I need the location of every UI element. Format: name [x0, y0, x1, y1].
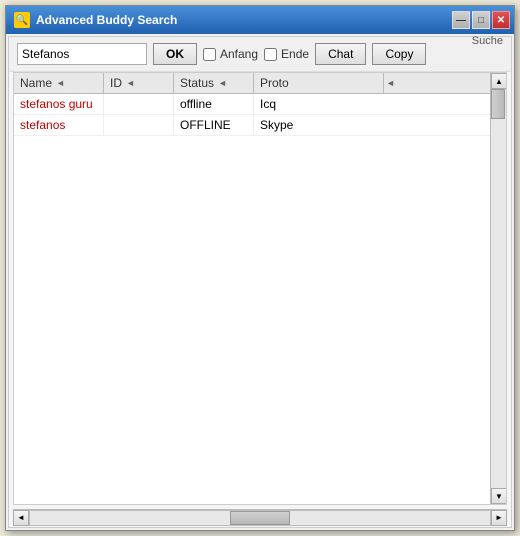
id-sort-icon: ◄: [126, 78, 135, 88]
cell-id-2: [104, 115, 174, 135]
column-proto-label: Proto: [260, 76, 289, 90]
window-title: Advanced Buddy Search: [36, 13, 177, 27]
scroll-up-button[interactable]: ▲: [491, 73, 507, 89]
cell-proto-2: Skype: [254, 115, 506, 135]
cell-id-1: [104, 94, 174, 114]
name-sort-icon: ◄: [56, 78, 65, 88]
table-row[interactable]: stefanos guru offline Icq: [14, 94, 506, 115]
results-table: Name ◄ ID ◄ Status ◄ Proto ◄: [13, 72, 507, 505]
anfang-checkbox-group: Anfang: [203, 47, 258, 61]
column-name-label: Name: [20, 76, 52, 90]
title-bar-buttons: — □ ✕: [452, 11, 510, 29]
main-window: 🔍 Advanced Buddy Search — □ ✕ Suche OK A…: [5, 5, 515, 531]
column-header-id[interactable]: ID ◄: [104, 73, 174, 93]
column-id-label: ID: [110, 76, 122, 90]
h-scroll-track[interactable]: [29, 510, 491, 526]
cell-status-1: offline: [174, 94, 254, 114]
cell-name-2: stefanos: [14, 115, 104, 135]
table-row[interactable]: stefanos OFFLINE Skype: [14, 115, 506, 136]
h-scroll-left-button[interactable]: ◄: [13, 510, 29, 526]
copy-button[interactable]: Copy: [372, 43, 426, 65]
column-header-status[interactable]: Status ◄: [174, 73, 254, 93]
toolbar: Suche OK Anfang Ende Chat Copy: [9, 37, 511, 72]
h-scroll-thumb[interactable]: [230, 511, 290, 525]
title-bar: 🔍 Advanced Buddy Search — □ ✕: [6, 6, 514, 34]
maximize-button[interactable]: □: [472, 11, 490, 29]
search-input[interactable]: [17, 43, 147, 65]
ende-checkbox[interactable]: [264, 48, 277, 61]
ok-button[interactable]: OK: [153, 43, 197, 65]
column-status-label: Status: [180, 76, 214, 90]
cell-name-1: stefanos guru: [14, 94, 104, 114]
column-header-proto[interactable]: Proto: [254, 73, 384, 93]
column-header-name[interactable]: Name ◄: [14, 73, 104, 93]
ende-checkbox-group: Ende: [264, 47, 309, 61]
chat-button[interactable]: Chat: [315, 43, 366, 65]
horizontal-scrollbar: ◄ ►: [13, 509, 507, 525]
scroll-down-button[interactable]: ▼: [491, 488, 507, 504]
vertical-scrollbar: ▲ ▼: [490, 73, 506, 504]
ende-label: Ende: [281, 47, 309, 61]
anfang-checkbox[interactable]: [203, 48, 216, 61]
h-scroll-right-button[interactable]: ►: [491, 510, 507, 526]
scroll-track[interactable]: [491, 89, 506, 488]
table-header: Name ◄ ID ◄ Status ◄ Proto ◄: [14, 73, 506, 94]
minimize-button[interactable]: —: [452, 11, 470, 29]
close-button[interactable]: ✕: [492, 11, 510, 29]
status-sort-icon: ◄: [218, 78, 227, 88]
scroll-thumb[interactable]: [491, 89, 505, 119]
extra-sort-icon: ◄: [386, 78, 395, 88]
table-body: stefanos guru offline Icq stefanos OFFLI…: [14, 94, 506, 504]
cell-status-2: OFFLINE: [174, 115, 254, 135]
title-bar-left: 🔍 Advanced Buddy Search: [14, 12, 177, 28]
content-area: Suche OK Anfang Ende Chat Copy Name ◄: [8, 36, 512, 528]
suche-label: Suche: [472, 35, 503, 47]
column-extra-sort[interactable]: ◄: [384, 73, 506, 93]
anfang-label: Anfang: [220, 47, 258, 61]
window-icon: 🔍: [14, 12, 30, 28]
cell-proto-1: Icq: [254, 94, 506, 114]
